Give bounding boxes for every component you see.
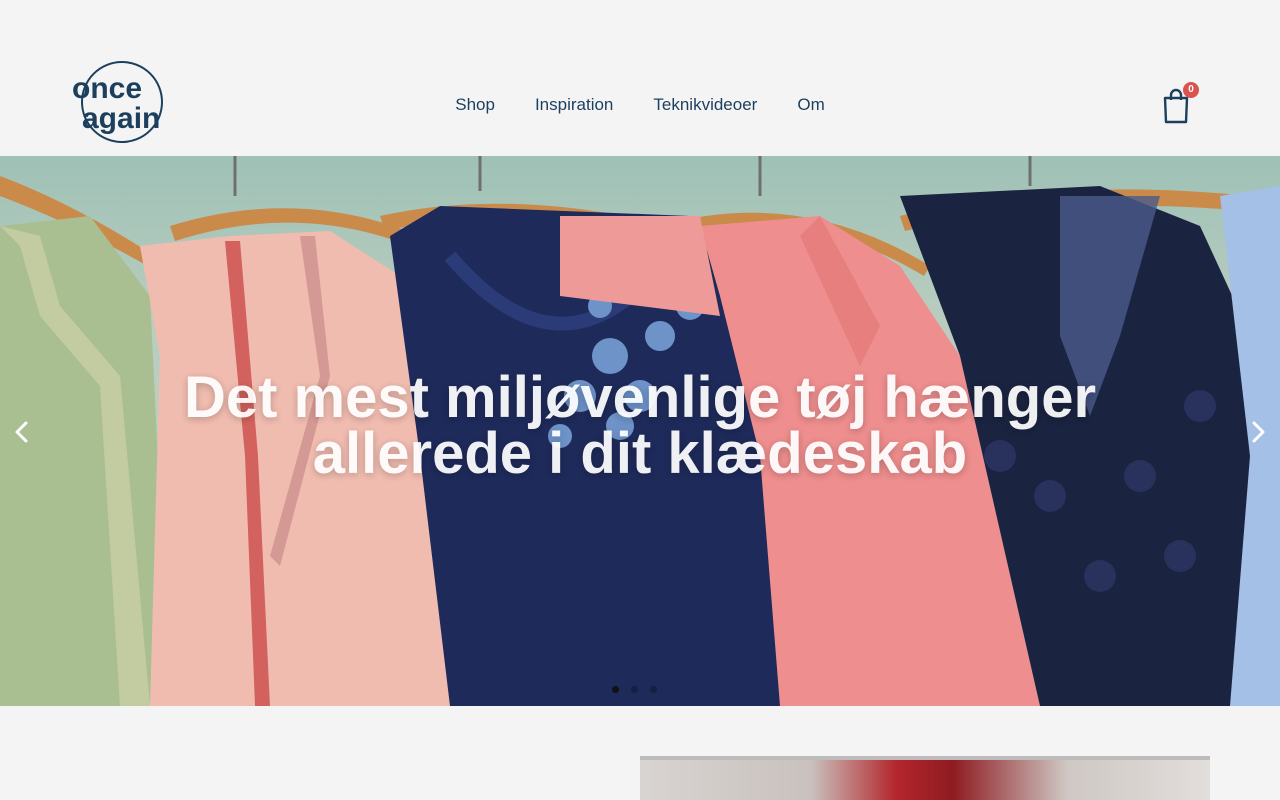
chevron-left-icon[interactable] xyxy=(8,416,36,448)
nav-om[interactable]: Om xyxy=(797,94,824,118)
nav-teknikvideoer[interactable]: Teknikvideoer xyxy=(653,94,757,118)
slider-pagination xyxy=(612,686,657,693)
hero-slider: Det mest miljøvenlige tøj hænger allered… xyxy=(0,156,1280,706)
cart-count-badge: 0 xyxy=(1183,82,1199,98)
slide-dot-2[interactable] xyxy=(631,686,638,693)
main-nav: Shop Inspiration Teknikvideoer Om xyxy=(0,94,1280,118)
featured-image xyxy=(640,756,1210,800)
slide-dot-1[interactable] xyxy=(612,686,619,693)
site-header: once again Shop Inspiration Teknikvideoe… xyxy=(0,0,1280,156)
chevron-right-icon[interactable] xyxy=(1244,416,1272,448)
slide-dot-3[interactable] xyxy=(650,686,657,693)
hero-title: Det mest miljøvenlige tøj hænger allered… xyxy=(183,365,1097,486)
nav-inspiration[interactable]: Inspiration xyxy=(535,94,613,118)
image-top-border xyxy=(640,756,1210,760)
nav-shop[interactable]: Shop xyxy=(455,94,495,118)
